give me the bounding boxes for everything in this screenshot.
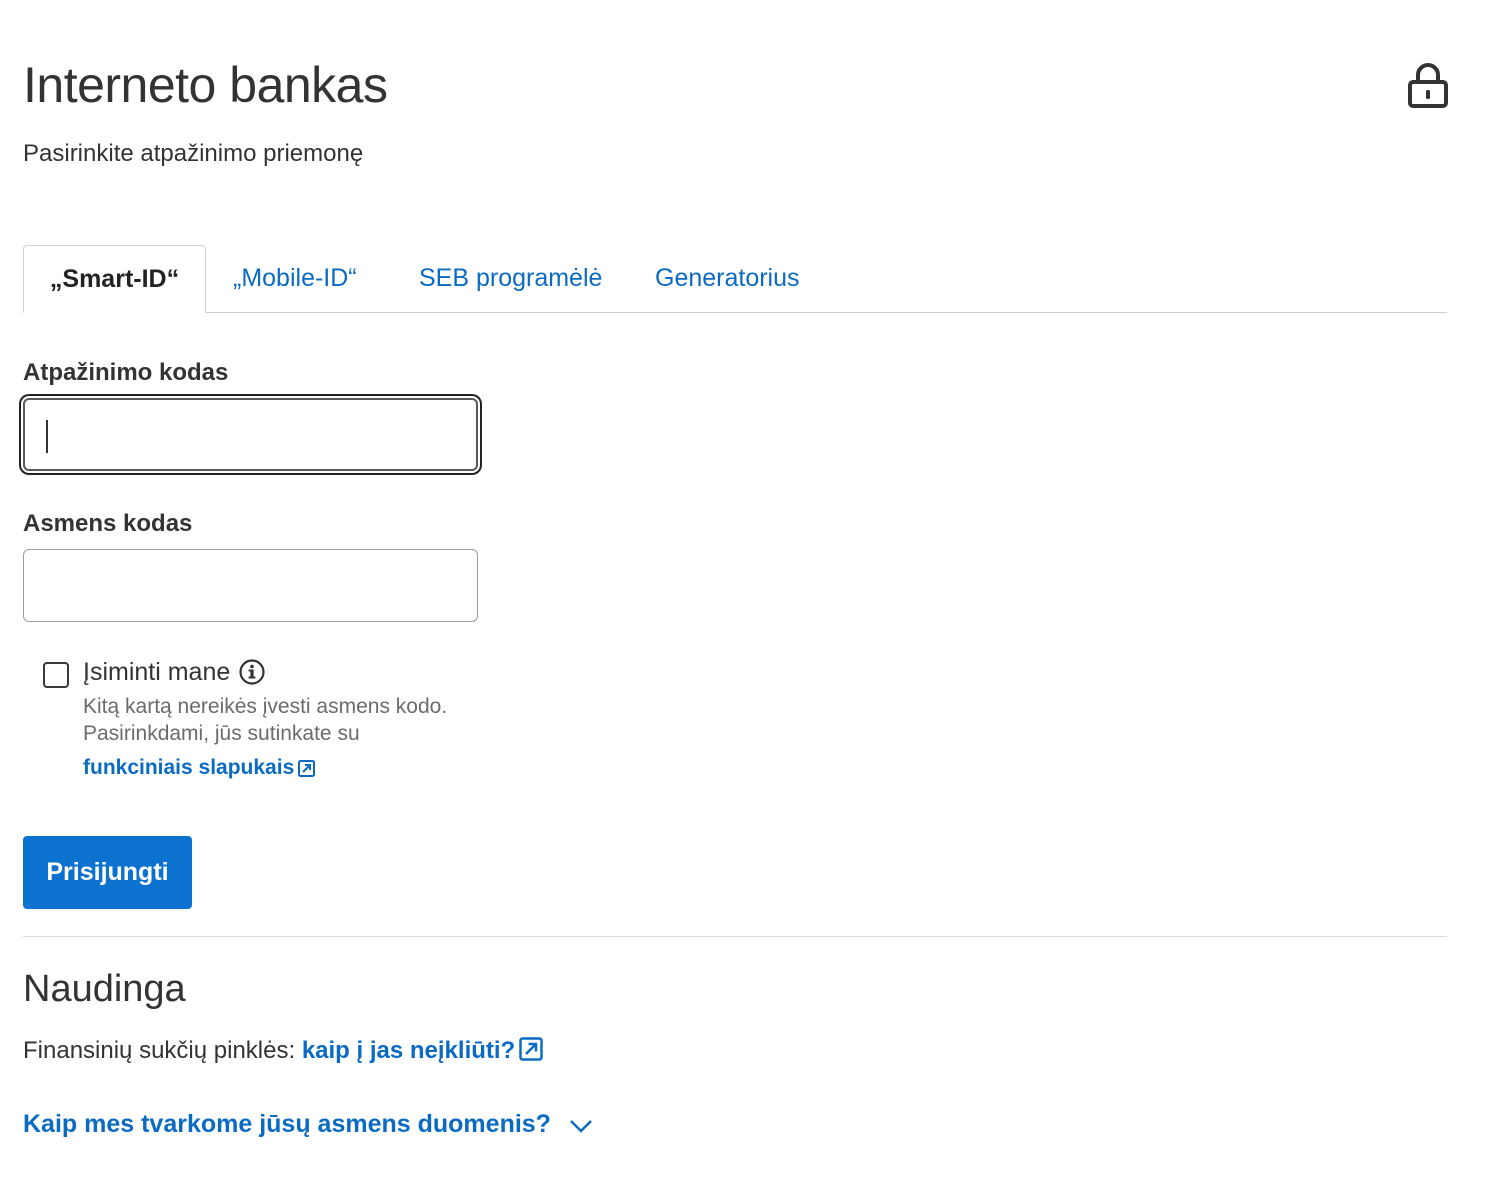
lock-icon [1408,63,1448,108]
tab-mobile-id[interactable]: „Mobile-ID“ [233,245,357,312]
page-subtitle: Pasirinkite atpažinimo priemonę [23,140,364,167]
external-link-icon [519,1037,543,1061]
fraud-info-link[interactable]: kaip į jas neįkliūti? [302,1037,543,1064]
page-title: Interneto bankas [23,57,388,113]
tab-seb-app[interactable]: SEB programėlė [419,245,602,312]
personal-code-label: Asmens kodas [23,510,193,537]
identification-code-label: Atpažinimo kodas [23,359,229,386]
personal-data-accordion-toggle[interactable]: Kaip mes tvarkome jūsų asmens duomenis? [23,1110,593,1139]
remember-hint-line1: Kitą kartą nereikės įvesti asmens kodo. [83,695,448,718]
fraud-info-line: Finansinių sukčių pinklės: kaip į jas ne… [23,1037,543,1065]
login-button[interactable]: Prisijungti [23,836,192,909]
personal-code-input[interactable] [23,549,478,622]
fraud-info-text: Finansinių sukčių pinklės: [23,1037,296,1064]
identification-code-input[interactable] [23,398,478,471]
text-caret [46,420,48,453]
remember-hint-line2: Pasirinkdami, jūs sutinkate su [83,722,360,745]
external-link-icon [298,760,316,777]
auth-method-tabs: „Smart-ID“ „Mobile-ID“ SEB programėlė Ge… [23,245,1447,313]
info-icon[interactable] [239,659,265,685]
fraud-info-link-label: kaip į jas neįkliūti? [301,1037,516,1064]
functional-cookies-link-label: funkciniais slapukais [83,756,295,779]
useful-section-title: Naudinga [23,968,186,1010]
personal-data-accordion-label: Kaip mes tvarkome jūsų asmens duomenis? [23,1110,551,1138]
section-divider [23,936,1447,937]
functional-cookies-link[interactable]: funkciniais slapukais [83,756,316,780]
tab-smart-id[interactable]: „Smart-ID“ [23,245,206,313]
remember-me-checkbox[interactable] [43,662,69,688]
chevron-down-icon [570,1120,592,1133]
tab-generator[interactable]: Generatorius [655,245,800,312]
remember-me-label[interactable]: Įsiminti mane [83,658,230,687]
